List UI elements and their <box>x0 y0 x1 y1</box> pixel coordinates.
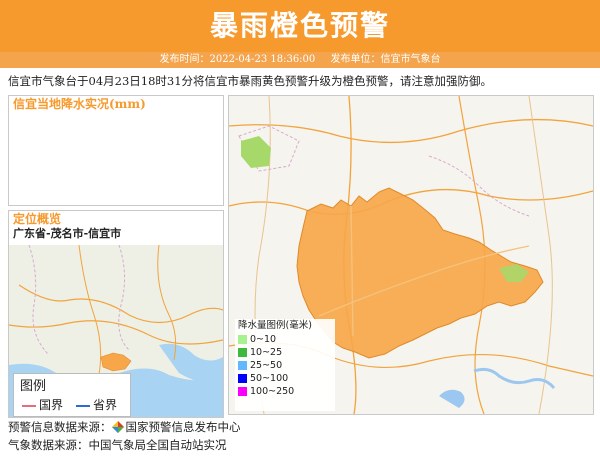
location-region: 广东省-茂名市-信宜市 <box>13 227 122 240</box>
national-border-line <box>22 404 36 407</box>
legend-national-border: 国界 <box>22 396 63 413</box>
legend-swatch-50-100 <box>238 374 247 383</box>
warning-source-link[interactable]: 国家预警信息发布中心 <box>126 420 241 434</box>
legend-label: 25~50 <box>250 360 283 371</box>
location-panel: 定位概览 广东省-茂名市-信宜市 图例 国界 省界 <box>8 210 224 418</box>
weather-source: 气象数据来源：中国气象局全国自动站实况 <box>8 438 227 452</box>
publish-time-value: 2022-04-23 18:36:00 <box>209 54 316 65</box>
legend-label: 50~100 <box>250 373 289 384</box>
publisher-value: 信宜市气象台 <box>380 54 441 65</box>
rainfall-legend-item: 25~50 <box>235 359 335 372</box>
rainfall-legend: 降水量图例(毫米) 0~10 10~25 25~50 50~100 100~25… <box>235 319 335 411</box>
legend-label: 100~250 <box>250 386 295 397</box>
legend-label: 0~10 <box>250 334 277 345</box>
legend-province-border: 省界 <box>76 396 117 413</box>
legend-swatch-25-50 <box>238 361 247 370</box>
province-border-line <box>76 404 90 407</box>
rainfall-panel-title: 信宜当地降水实况(mm) <box>13 97 146 111</box>
publish-time: 发布时间：2022-04-23 18:36:00 <box>160 54 316 65</box>
rainfall-legend-item: 100~250 <box>235 385 335 398</box>
map-legend: 图例 国界 省界 <box>13 373 131 417</box>
legend-swatch-0-10 <box>238 335 247 344</box>
warning-area-map[interactable]: 降水量图例(毫米) 0~10 10~25 25~50 50~100 100~25… <box>228 95 594 415</box>
legend-swatch-10-25 <box>238 348 247 357</box>
warning-notice: 信宜市气象台于04月23日18时31分将信宜市暴雨黄色预警升级为橙色预警，请注意… <box>8 74 493 88</box>
warning-source-label: 预警信息数据来源： <box>8 420 112 434</box>
rainfall-legend-item: 10~25 <box>235 346 335 359</box>
location-panel-title: 定位概览 <box>13 212 62 226</box>
early-warning-logo-icon <box>111 421 124 433</box>
legend-province-border-label: 省界 <box>93 398 118 412</box>
map-legend-title: 图例 <box>20 379 47 394</box>
header-banner: 暴雨橙色预警 <box>0 0 600 52</box>
legend-label: 10~25 <box>250 347 283 358</box>
page-title: 暴雨橙色预警 <box>209 9 390 42</box>
rainfall-legend-item: 0~10 <box>235 333 335 346</box>
rainfall-legend-title: 降水量图例(毫米) <box>238 320 312 331</box>
publisher: 发布单位：信宜市气象台 <box>330 54 440 65</box>
legend-swatch-100-250 <box>238 387 247 396</box>
warning-source: 预警信息数据来源： 国家预警信息发布中心 <box>8 419 241 435</box>
meta-bar: 发布时间：2022-04-23 18:36:00 发布单位：信宜市气象台 <box>0 52 600 68</box>
publisher-label: 发布单位： <box>330 54 381 65</box>
publish-time-label: 发布时间： <box>159 54 210 65</box>
rainfall-panel: 信宜当地降水实况(mm) <box>8 95 224 206</box>
legend-national-border-label: 国界 <box>39 398 64 412</box>
rainfall-legend-item: 50~100 <box>235 372 335 385</box>
